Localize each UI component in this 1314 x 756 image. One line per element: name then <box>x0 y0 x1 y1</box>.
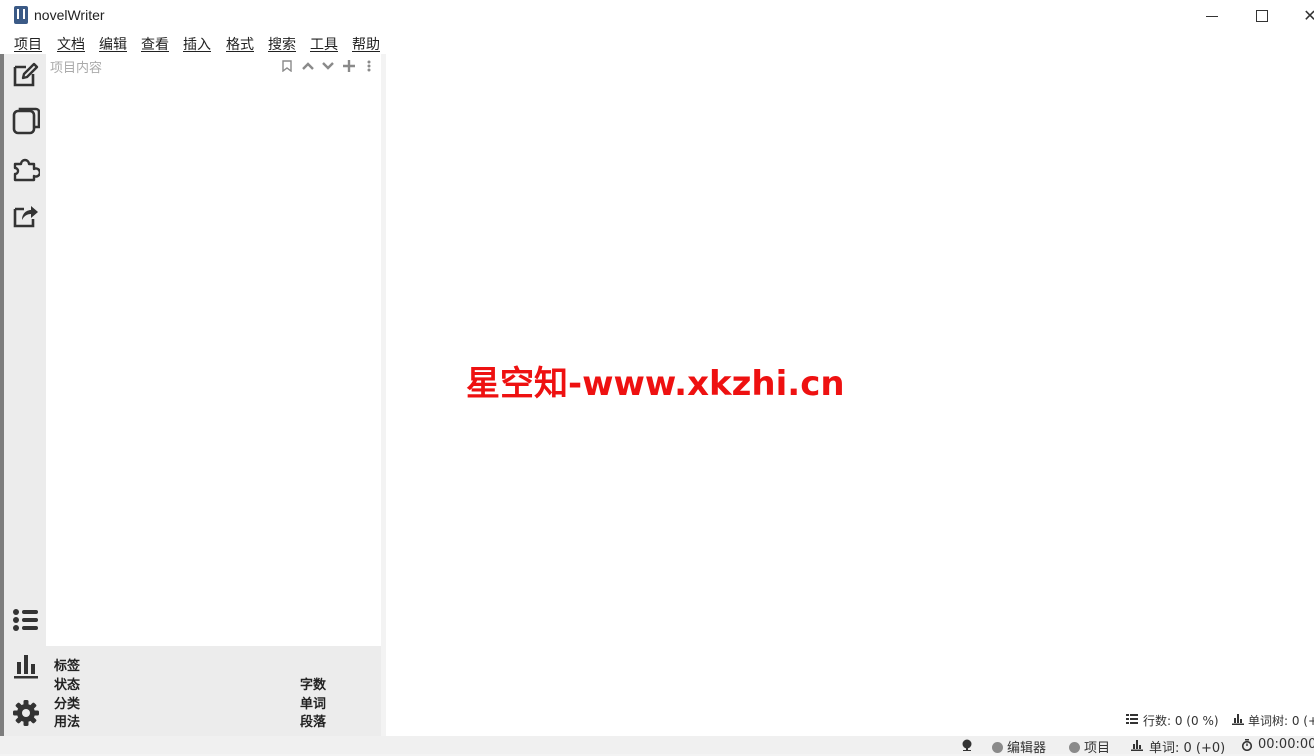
project-tree-panel: 项目内容 <box>46 54 381 646</box>
word-stats-icon <box>1232 714 1244 725</box>
move-up-icon[interactable] <box>302 61 314 71</box>
novel-view-icon[interactable] <box>12 107 40 135</box>
status-bar: 编辑器 项目 单词: 0 (+0) 00:00:00 <box>0 736 1314 756</box>
minimize-icon <box>1206 16 1218 17</box>
status-label: 状态 <box>54 678 81 693</box>
menu-bar: 项目 文档 编辑 查看 插入 格式 搜索 工具 帮助 <box>0 32 1314 54</box>
maximize-button[interactable] <box>1238 0 1284 32</box>
class-label: 分类 <box>54 697 81 712</box>
timer-icon <box>1241 739 1253 751</box>
menu-tools[interactable]: 工具 <box>310 34 338 54</box>
move-down-icon[interactable] <box>322 61 334 71</box>
editor-footer: 行数: 0 (0 %) 单词树: 0 (+ <box>1126 712 1314 730</box>
spellcheck-globe-icon[interactable] <box>961 739 973 751</box>
editor-status: 编辑器 <box>992 737 1046 756</box>
sidebar-edge <box>0 54 4 754</box>
close-button[interactable]: ✕ <box>1290 0 1314 32</box>
menu-help[interactable]: 帮助 <box>352 34 380 54</box>
edit-icon[interactable] <box>12 60 40 88</box>
session-timer: 00:00:00 <box>1258 737 1314 752</box>
menu-insert[interactable]: 插入 <box>183 34 211 54</box>
menu-search[interactable]: 搜索 <box>268 34 296 54</box>
watermark-text: 星空知-www.xkzhi.cn <box>466 364 845 404</box>
list-icon[interactable] <box>12 606 40 634</box>
maximize-icon <box>1256 10 1268 22</box>
outline-icon[interactable] <box>12 154 40 182</box>
menu-view[interactable]: 查看 <box>141 34 169 54</box>
word-count-editor: 单词树: 0 (+ <box>1248 714 1314 728</box>
title-bar: novelWriter ✕ <box>0 0 1314 32</box>
project-status: 项目 <box>1069 737 1110 756</box>
tags-label: 标签 <box>54 659 81 674</box>
menu-icon[interactable] <box>367 60 371 72</box>
minimize-button[interactable] <box>1190 0 1236 32</box>
project-status-dot-icon <box>1069 742 1080 753</box>
window-title: novelWriter <box>34 7 105 23</box>
usage-label: 用法 <box>54 715 81 730</box>
build-icon[interactable] <box>12 201 40 229</box>
settings-icon[interactable] <box>12 699 40 727</box>
app-logo-icon <box>14 6 28 24</box>
menu-format[interactable]: 格式 <box>226 34 254 54</box>
paragraphs-label: 段落 <box>300 715 327 730</box>
word-count-status: 单词: 0 (+0) <box>1149 741 1226 756</box>
menu-project[interactable]: 项目 <box>14 34 42 54</box>
menu-document[interactable]: 文档 <box>57 34 85 54</box>
menu-edit[interactable]: 编辑 <box>99 34 127 54</box>
word-count-icon <box>1131 740 1143 751</box>
lines-count: 行数: 0 (0 %) <box>1143 714 1219 728</box>
stats-icon[interactable] <box>12 652 40 680</box>
lines-icon <box>1126 714 1138 724</box>
bookmark-icon[interactable] <box>282 60 292 72</box>
chars-label: 字数 <box>300 678 327 693</box>
sidebar <box>0 54 46 754</box>
add-icon[interactable] <box>343 60 355 72</box>
words-label: 单词 <box>300 697 327 712</box>
editor-status-dot-icon <box>992 742 1003 753</box>
project-tree-header: 项目内容 <box>50 61 103 76</box>
